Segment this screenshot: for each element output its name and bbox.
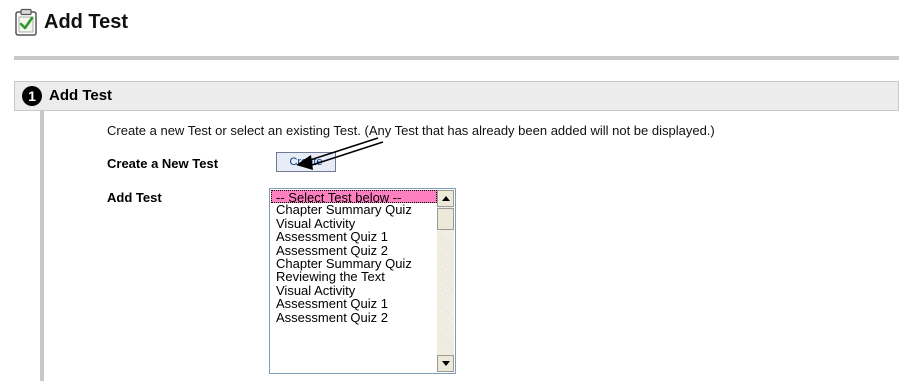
step-title: Add Test [49,87,113,104]
listbox-scrollbar[interactable] [437,190,454,372]
step-number-badge: 1 [22,86,42,106]
create-button[interactable]: Create [276,152,336,172]
step-connector-line [40,110,44,381]
list-option[interactable]: Assessment Quiz 2 [271,243,437,257]
add-test-label: Add Test [107,190,162,205]
step-instructions: Create a new Test or select an existing … [107,123,715,138]
page-header: Add Test [14,4,128,40]
scroll-up-button[interactable] [437,190,454,207]
listbox-options: -- Select Test below -- Chapter Summary Q… [271,190,437,372]
list-option[interactable]: Visual Activity [271,216,437,230]
arrow-down-icon [441,361,450,366]
test-listbox[interactable]: -- Select Test below -- Chapter Summary Q… [269,188,456,374]
scroll-thumb[interactable] [437,208,454,230]
list-option[interactable]: Chapter Summary Quiz [271,257,437,271]
list-option[interactable]: Reviewing the Text [271,270,437,284]
scroll-down-button[interactable] [437,355,454,372]
list-option[interactable]: -- Select Test below -- [271,190,437,204]
page-title: Add Test [44,10,129,33]
list-option[interactable]: Assessment Quiz 1 [271,297,437,311]
step-header: 1 Add Test [14,81,899,111]
create-new-test-label: Create a New Test [107,156,219,171]
list-option[interactable]: Visual Activity [271,283,437,297]
list-option[interactable]: Assessment Quiz 2 [271,310,437,324]
arrow-up-icon [441,196,450,201]
list-option[interactable]: Chapter Summary Quiz [271,203,437,217]
list-option[interactable]: Assessment Quiz 1 [271,230,437,244]
test-clipboard-icon [15,8,37,36]
page: Add Test 1 Add Test Create a new Test or… [0,0,901,381]
header-divider [14,56,899,60]
